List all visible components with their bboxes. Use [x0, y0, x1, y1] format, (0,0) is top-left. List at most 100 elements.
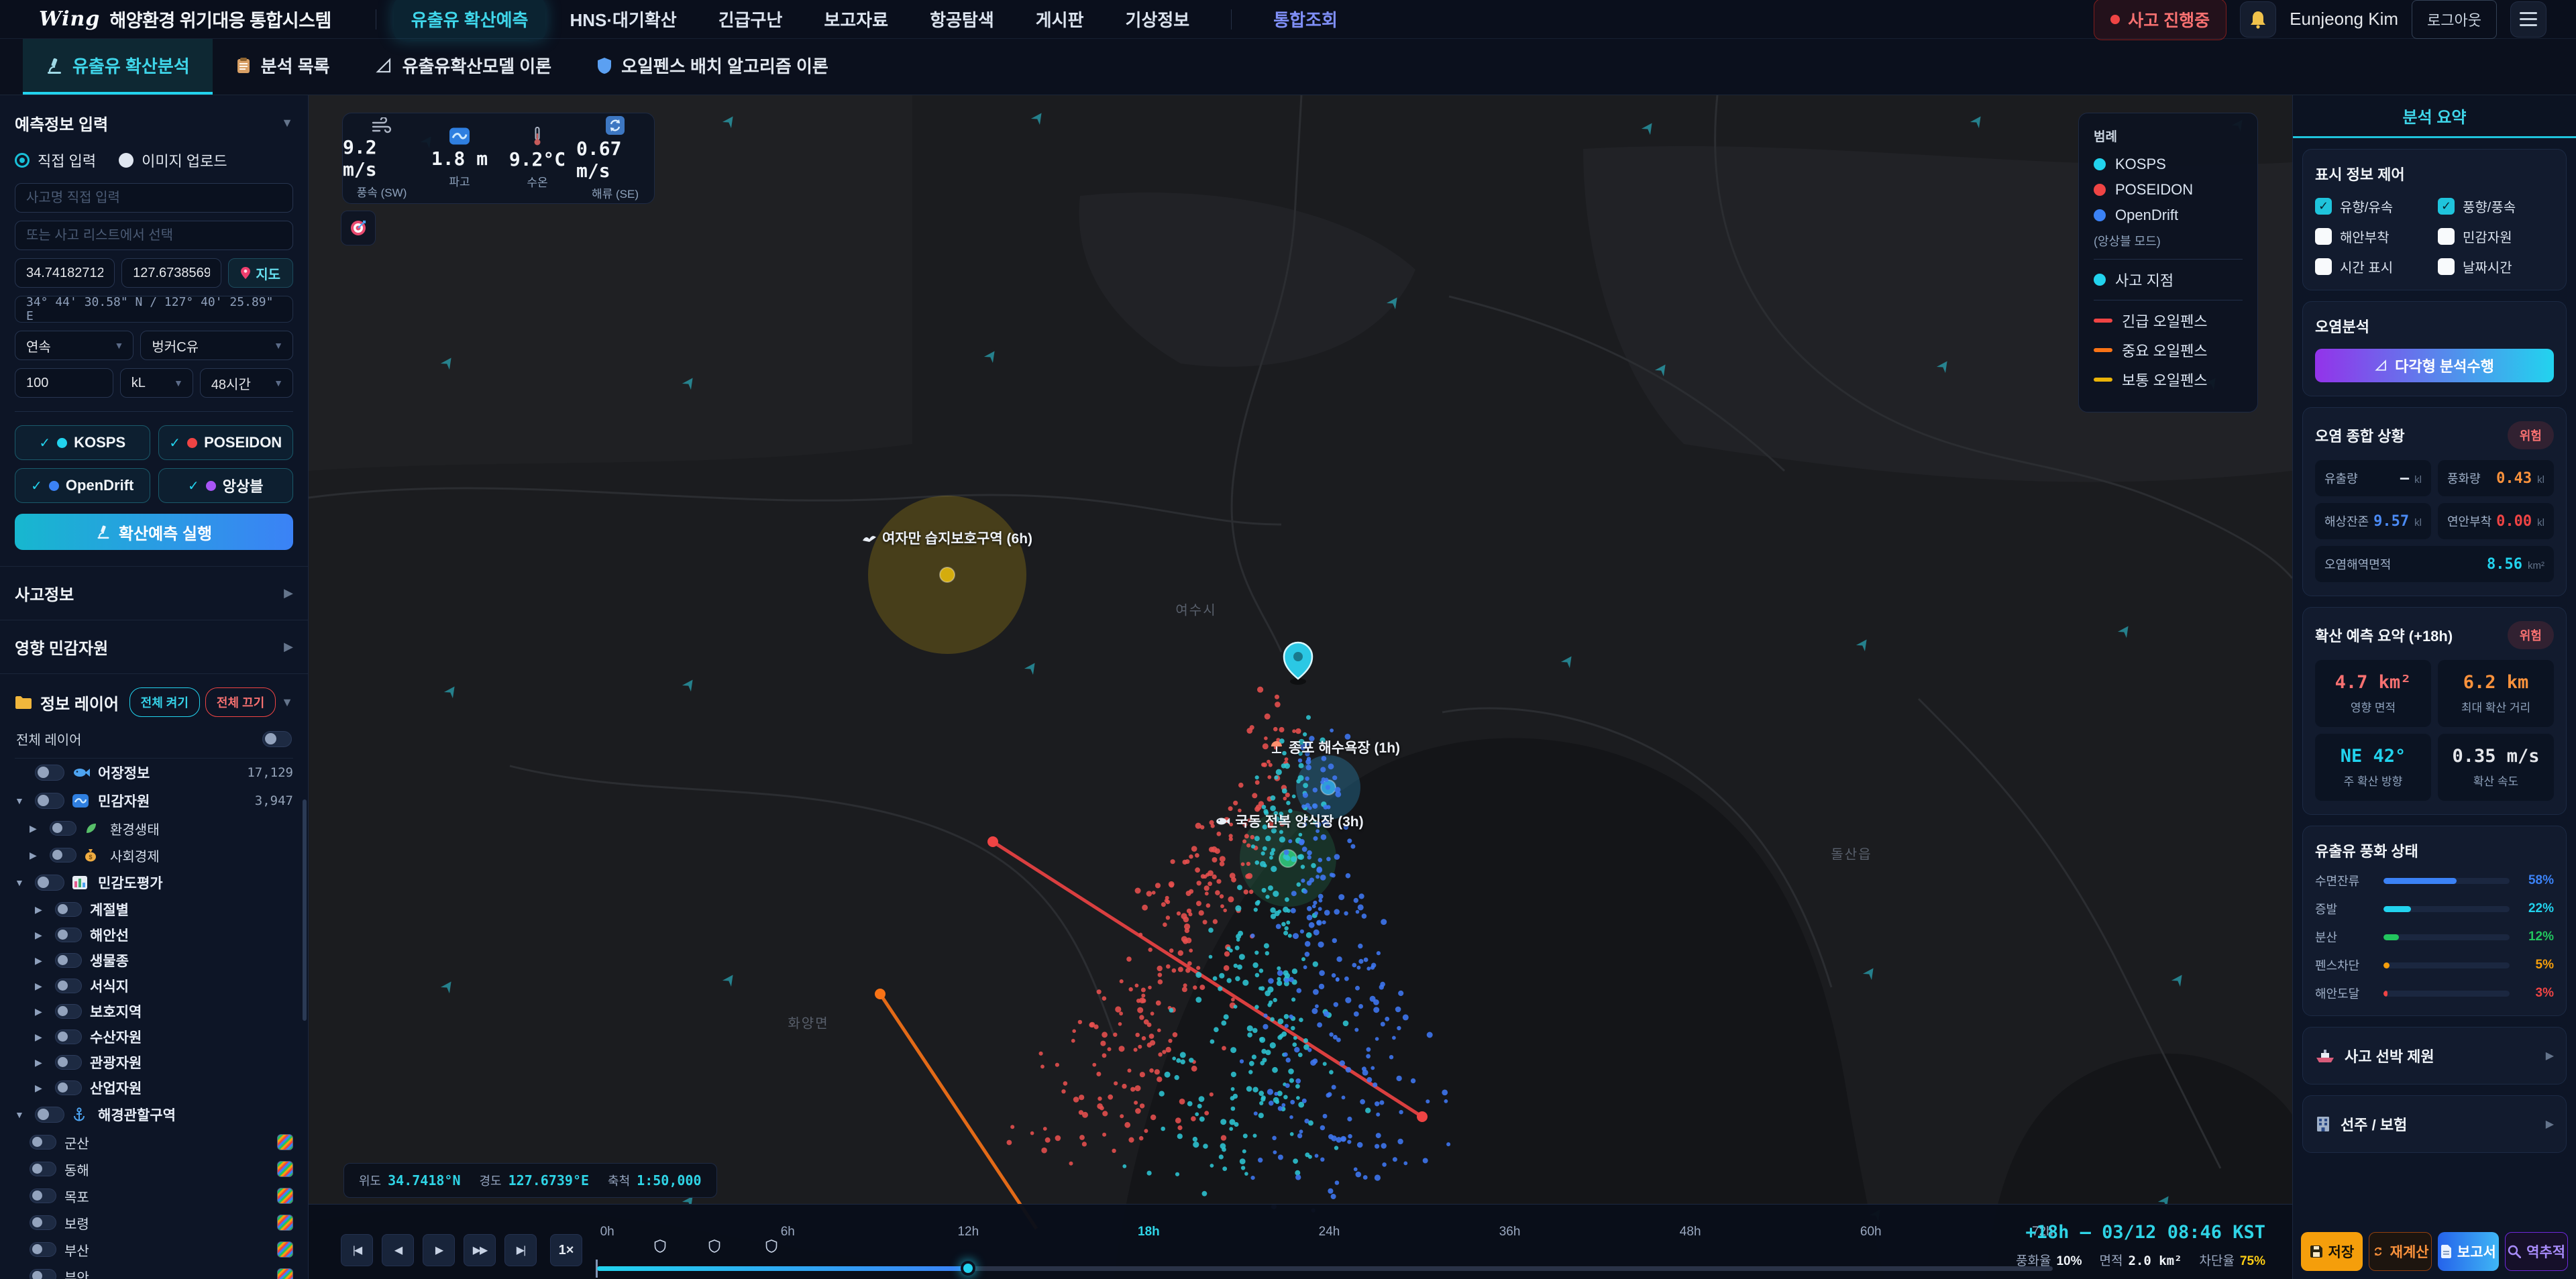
tree-expand-icon[interactable]: ▼ — [15, 795, 27, 806]
model-chip-kosps[interactable]: ✓ KOSPS — [15, 425, 150, 460]
tree-expand-icon[interactable]: ▶ — [35, 1057, 47, 1068]
layer-toggle[interactable] — [30, 1269, 56, 1279]
zone-style-swatch[interactable] — [277, 1134, 293, 1150]
check-wind-dir[interactable]: 풍향/풍속 — [2438, 197, 2554, 216]
notifications-button[interactable] — [2240, 1, 2277, 38]
unit-select[interactable]: kL — [119, 368, 193, 398]
tree-expand-icon[interactable]: ▶ — [35, 955, 47, 966]
layer-toggle[interactable] — [55, 1055, 82, 1070]
tree-expand-icon[interactable]: ▶ — [30, 850, 42, 861]
nav-item-weather-info[interactable]: 기상정보 — [1108, 0, 1208, 40]
tree-expand-icon[interactable]: ▶ — [35, 1082, 47, 1094]
layer-toggle[interactable] — [50, 821, 76, 836]
spill-type-select[interactable]: 연속 — [15, 331, 134, 360]
incident-info-section[interactable]: 사고정보 ▶ — [0, 567, 308, 620]
recalculate-button[interactable]: 재계산 — [2368, 1232, 2432, 1271]
latitude-input[interactable] — [15, 258, 115, 288]
incident-list-input[interactable] — [15, 221, 293, 250]
tab-analysis-list[interactable]: 분석 목록 — [213, 39, 353, 95]
layer-toggle[interactable] — [30, 1135, 56, 1150]
check-time-display[interactable]: 시간 표시 — [2315, 257, 2431, 276]
radio-direct-input[interactable]: 직접 입력 — [15, 150, 96, 171]
nav-item-board[interactable]: 게시판 — [1018, 0, 1102, 40]
tree-expand-icon[interactable]: ▶ — [35, 1006, 47, 1017]
nav-item-integrated-search[interactable]: 통합조회 — [1256, 0, 1355, 40]
tab-spill-analysis[interactable]: 유출유 확산분석 — [23, 39, 213, 95]
sensitive-resources-section[interactable]: 영향 민감자원 ▶ — [0, 620, 308, 674]
pick-on-map-button[interactable]: 지도 — [228, 258, 293, 288]
layer-toggle[interactable] — [35, 875, 64, 891]
fence-marker-icon[interactable] — [765, 1239, 777, 1253]
incident-name-input[interactable] — [15, 183, 293, 213]
master-layer-toggle[interactable] — [262, 730, 292, 747]
tab-oil-fence-algorithm-theory[interactable]: 오일펜스 배치 알고리즘 이론 — [574, 39, 851, 95]
play-button[interactable]: ▶ — [423, 1234, 455, 1266]
layer-toggle[interactable] — [50, 848, 76, 863]
duration-select[interactable]: 48시간 — [199, 368, 293, 398]
owner-insurance-card[interactable]: 선주 / 보험 ▶ — [2302, 1095, 2567, 1153]
tree-expand-icon[interactable]: ▼ — [15, 877, 27, 888]
step-back-button[interactable]: ◀ — [382, 1234, 414, 1266]
fence-marker-icon[interactable] — [654, 1239, 666, 1253]
zone-style-swatch[interactable] — [277, 1268, 293, 1279]
recenter-target-button[interactable] — [341, 211, 376, 245]
model-chip-ensemble[interactable]: ✓ 앙상블 — [158, 468, 293, 503]
chevron-down-icon[interactable]: ▼ — [281, 696, 293, 710]
logout-button[interactable]: 로그아웃 — [2412, 0, 2497, 39]
zone-style-swatch[interactable] — [277, 1161, 293, 1177]
layer-toggle[interactable] — [55, 928, 82, 942]
tree-expand-icon[interactable]: ▶ — [35, 1032, 47, 1043]
check-sensitive-resources[interactable]: 민감자원 — [2438, 227, 2554, 246]
layer-toggle[interactable] — [30, 1215, 56, 1230]
fast-forward-button[interactable]: ▶▶ — [464, 1234, 496, 1266]
map-canvas[interactable]: 여수시 화양면 돌산읍 여자만 습지보호구역 (6h) 종포 해수욕장 (1h)… — [309, 95, 2292, 1279]
polygon-analysis-button[interactable]: 다각형 분석수행 — [2315, 349, 2554, 382]
layer-toggle[interactable] — [55, 979, 82, 993]
tree-expand-icon[interactable]: ▶ — [35, 930, 47, 941]
layer-toggle[interactable] — [30, 1162, 56, 1176]
menu-button[interactable] — [2510, 1, 2546, 38]
skip-start-button[interactable]: |◀ — [341, 1234, 373, 1266]
zone-style-swatch[interactable] — [277, 1241, 293, 1258]
layer-toggle[interactable] — [55, 953, 82, 968]
check-current-dir[interactable]: 유향/유속 — [2315, 197, 2431, 216]
all-layers-on-button[interactable]: 전체 켜기 — [129, 687, 200, 717]
oil-type-select[interactable]: 벙커C유 — [140, 331, 293, 360]
scrollbar[interactable] — [303, 799, 307, 1021]
skip-end-button[interactable]: ▶| — [504, 1234, 537, 1266]
time-slider[interactable]: 0h 6h 12h 18h 24h 36h 48h 60h 72h — [596, 1205, 2053, 1279]
zone-style-swatch[interactable] — [277, 1215, 293, 1231]
layer-toggle[interactable] — [35, 765, 64, 781]
run-prediction-button[interactable]: 확산예측 실행 — [15, 514, 293, 550]
check-datetime[interactable]: 날짜시간 — [2438, 257, 2554, 276]
nav-item-emergency-rescue[interactable]: 긴급구난 — [701, 0, 800, 40]
nav-item-reports[interactable]: 보고자료 — [806, 0, 906, 40]
layer-toggle[interactable] — [35, 1107, 64, 1123]
amount-input[interactable] — [15, 368, 113, 398]
time-slider-thumb[interactable] — [961, 1261, 975, 1276]
model-chip-poseidon[interactable]: ✓ POSEIDON — [158, 425, 293, 460]
check-shore-adhesion[interactable]: 해안부착 — [2315, 227, 2431, 246]
nav-item-air-search[interactable]: 항공탐색 — [912, 0, 1012, 40]
tree-expand-icon[interactable]: ▶ — [30, 823, 42, 834]
ship-specs-card[interactable]: 사고 선박 제원 ▶ — [2302, 1027, 2567, 1085]
report-button[interactable]: 보고서 — [2437, 1232, 2500, 1271]
layer-toggle[interactable] — [35, 793, 64, 809]
radio-image-upload[interactable]: 이미지 업로드 — [119, 150, 227, 171]
tree-expand-icon[interactable]: ▼ — [15, 1109, 27, 1120]
layer-toggle[interactable] — [30, 1188, 56, 1203]
model-chip-opendrift[interactable]: ✓ OpenDrift — [15, 468, 150, 503]
longitude-input[interactable] — [121, 258, 222, 288]
layer-toggle[interactable] — [55, 902, 82, 917]
layer-toggle[interactable] — [55, 1080, 82, 1095]
layer-toggle[interactable] — [30, 1242, 56, 1257]
nav-item-oil-spill-prediction[interactable]: 유출유 확산예측 — [393, 0, 546, 40]
fence-marker-icon[interactable] — [708, 1239, 720, 1253]
tree-expand-icon[interactable]: ▶ — [35, 981, 47, 992]
chevron-down-icon[interactable]: ▼ — [281, 116, 293, 130]
playback-speed-button[interactable]: 1× — [550, 1234, 582, 1266]
time-track[interactable] — [596, 1260, 2053, 1278]
layer-toggle[interactable] — [55, 1030, 82, 1044]
nav-item-hns-diffusion[interactable]: HNS·대기확산 — [552, 0, 694, 40]
tree-expand-icon[interactable]: ▶ — [35, 904, 47, 915]
